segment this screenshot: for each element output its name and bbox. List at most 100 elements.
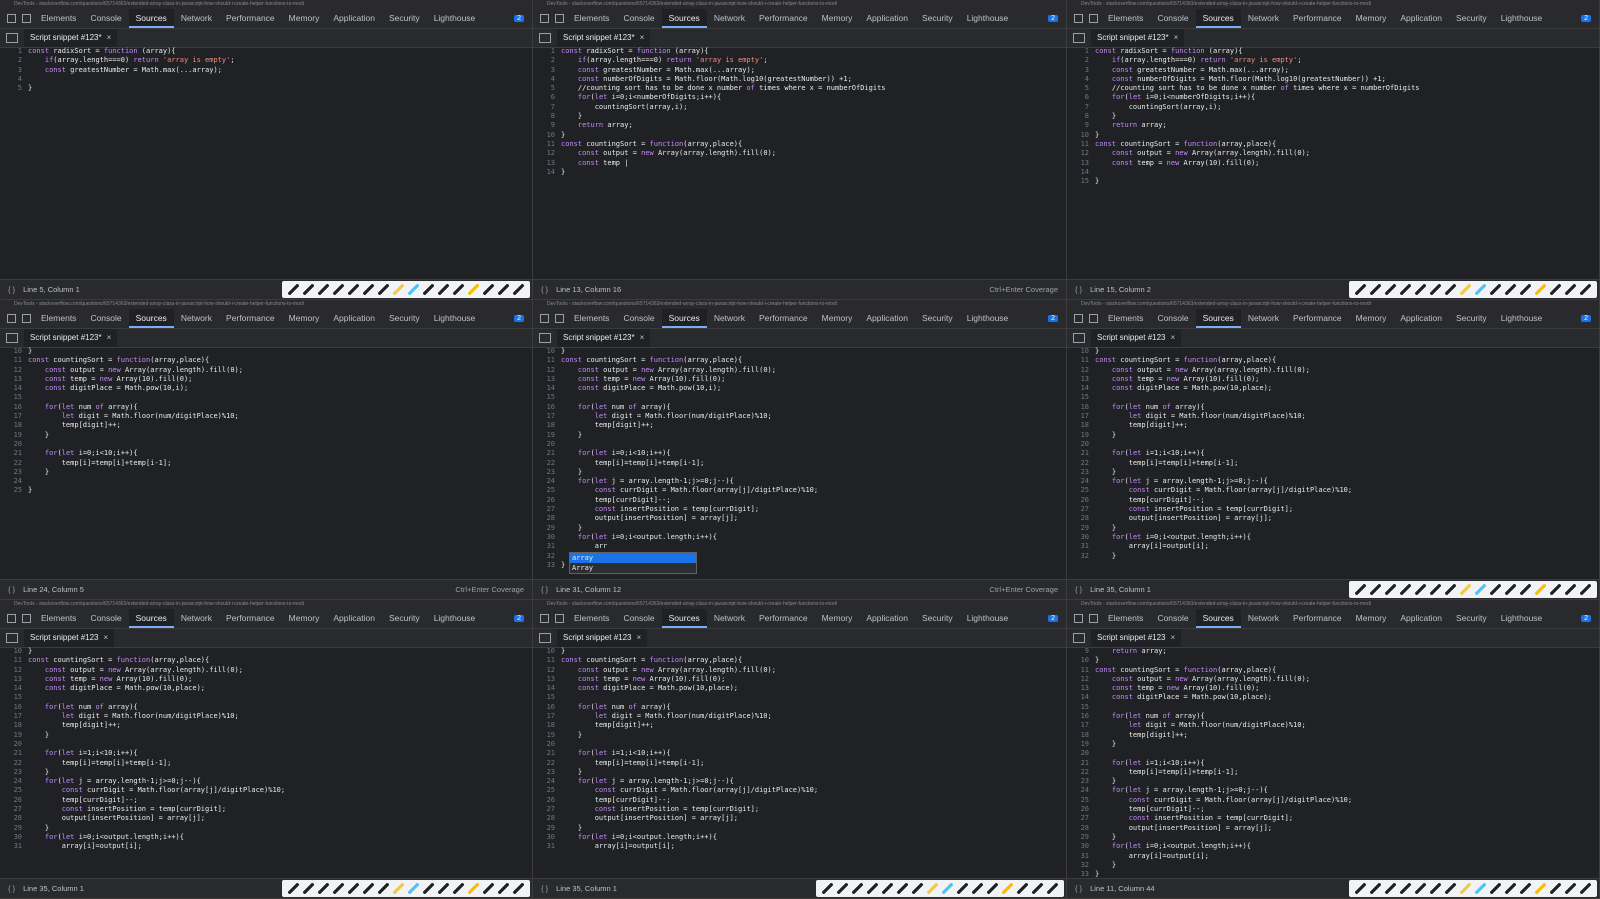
file-tab[interactable]: Script snippet #123* × — [557, 329, 651, 347]
pen-tool-icon[interactable] — [423, 284, 434, 295]
pen-tool-icon[interactable] — [1445, 584, 1456, 595]
pen-tool-icon[interactable] — [1430, 584, 1441, 595]
pen-tool-icon[interactable] — [1505, 284, 1516, 295]
device-toggle-icon[interactable] — [22, 614, 31, 623]
issues-badge[interactable]: 2 — [1048, 15, 1058, 22]
pen-tool-icon[interactable] — [1370, 883, 1381, 894]
tab-application[interactable]: Application — [1393, 309, 1449, 328]
navigator-toggle-icon[interactable] — [1073, 33, 1085, 43]
device-toggle-icon[interactable] — [22, 314, 31, 323]
issues-badge[interactable]: 2 — [1581, 315, 1591, 322]
pen-tool-icon[interactable] — [1047, 883, 1058, 894]
tab-console[interactable]: Console — [1150, 9, 1195, 28]
tab-security[interactable]: Security — [382, 609, 427, 628]
pen-tool-icon[interactable] — [1415, 584, 1426, 595]
pen-tool-icon[interactable] — [303, 883, 314, 894]
pen-tool-icon[interactable] — [1460, 584, 1471, 595]
navigator-toggle-icon[interactable] — [1073, 333, 1085, 343]
navigator-toggle-icon[interactable] — [6, 33, 18, 43]
pretty-print-icon[interactable]: { } — [541, 879, 548, 898]
file-tab[interactable]: Script snippet #123 × — [1091, 629, 1182, 647]
tab-performance[interactable]: Performance — [1286, 9, 1349, 28]
navigator-toggle-icon[interactable] — [1073, 633, 1085, 643]
tab-elements[interactable]: Elements — [34, 609, 83, 628]
tab-lighthouse[interactable]: Lighthouse — [427, 9, 483, 28]
inspect-icon[interactable] — [7, 314, 16, 323]
inspect-icon[interactable] — [7, 14, 16, 23]
pen-tool-icon[interactable] — [378, 883, 389, 894]
pen-tool-icon[interactable] — [1580, 284, 1591, 295]
pen-tool-icon[interactable] — [1475, 584, 1486, 595]
pen-tool-icon[interactable] — [1370, 284, 1381, 295]
pen-tool-icon[interactable] — [1505, 883, 1516, 894]
pen-tool-icon[interactable] — [423, 883, 434, 894]
tab-memory[interactable]: Memory — [1349, 9, 1394, 28]
tab-elements[interactable]: Elements — [1101, 309, 1150, 328]
tab-security[interactable]: Security — [382, 9, 427, 28]
tab-performance[interactable]: Performance — [219, 309, 282, 328]
pen-tool-icon[interactable] — [1490, 584, 1501, 595]
tab-sources[interactable]: Sources — [661, 9, 707, 28]
tab-memory[interactable]: Memory — [815, 9, 860, 28]
pen-tool-icon[interactable] — [1355, 883, 1366, 894]
tab-sources[interactable]: Sources — [661, 309, 707, 328]
tab-network[interactable]: Network — [174, 9, 219, 28]
close-icon[interactable]: × — [107, 33, 112, 42]
pen-tool-icon[interactable] — [1415, 883, 1426, 894]
pen-tool-icon[interactable] — [468, 883, 479, 894]
code-editor[interactable]: 10} 11 const countingSort = function(array… — [0, 347, 532, 579]
tab-console[interactable]: Console — [83, 9, 128, 28]
pen-tool-icon[interactable] — [1550, 584, 1561, 595]
file-tab[interactable]: Script snippet #123* × — [1091, 29, 1185, 47]
issues-badge[interactable]: 2 — [1048, 615, 1058, 622]
tab-network[interactable]: Network — [1241, 609, 1286, 628]
tab-console[interactable]: Console — [83, 609, 128, 628]
device-toggle-icon[interactable] — [22, 14, 31, 23]
pen-tool-icon[interactable] — [438, 883, 449, 894]
close-icon[interactable]: × — [1171, 633, 1176, 642]
pen-tool-icon[interactable] — [1535, 284, 1546, 295]
file-tab[interactable]: Script snippet #123 × — [1091, 329, 1182, 347]
pen-tool-icon[interactable] — [1430, 883, 1441, 894]
pen-tool-icon[interactable] — [972, 883, 983, 894]
tab-security[interactable]: Security — [1449, 609, 1494, 628]
pen-tool-icon[interactable] — [1400, 883, 1411, 894]
tab-performance[interactable]: Performance — [752, 9, 815, 28]
tab-memory[interactable]: Memory — [815, 309, 860, 328]
tab-application[interactable]: Application — [1393, 609, 1449, 628]
pen-tool-icon[interactable] — [498, 284, 509, 295]
pen-tool-icon[interactable] — [453, 284, 464, 295]
tab-performance[interactable]: Performance — [1286, 609, 1349, 628]
pen-tool-icon[interactable] — [1565, 584, 1576, 595]
pen-tool-icon[interactable] — [1415, 284, 1426, 295]
pretty-print-icon[interactable]: { } — [8, 580, 15, 599]
tab-lighthouse[interactable]: Lighthouse — [427, 609, 483, 628]
navigator-toggle-icon[interactable] — [539, 633, 551, 643]
pen-tool-icon[interactable] — [393, 883, 404, 894]
tab-network[interactable]: Network — [174, 309, 219, 328]
code-editor[interactable]: 10} 11 const countingSort = function(array… — [1067, 347, 1599, 579]
tab-lighthouse[interactable]: Lighthouse — [960, 609, 1016, 628]
issues-badge[interactable]: 2 — [514, 615, 524, 622]
pen-tool-icon[interactable] — [348, 883, 359, 894]
issues-badge[interactable]: 2 — [1581, 15, 1591, 22]
inspect-icon[interactable] — [540, 614, 549, 623]
pen-tool-icon[interactable] — [1445, 883, 1456, 894]
tab-elements[interactable]: Elements — [1101, 609, 1150, 628]
tab-elements[interactable]: Elements — [1101, 9, 1150, 28]
pen-tool-icon[interactable] — [1475, 883, 1486, 894]
tab-sources[interactable]: Sources — [661, 609, 707, 628]
pretty-print-icon[interactable]: { } — [1075, 879, 1082, 898]
tab-network[interactable]: Network — [707, 609, 752, 628]
pen-tool-icon[interactable] — [1355, 584, 1366, 595]
tab-security[interactable]: Security — [382, 309, 427, 328]
pen-tool-icon[interactable] — [1385, 883, 1396, 894]
pen-tool-icon[interactable] — [483, 284, 494, 295]
tab-performance[interactable]: Performance — [219, 9, 282, 28]
code-editor[interactable]: 9 return array; 10} 11 const countingSort =… — [1067, 647, 1599, 878]
tab-memory[interactable]: Memory — [282, 9, 327, 28]
tab-memory[interactable]: Memory — [815, 609, 860, 628]
pen-tool-icon[interactable] — [1550, 284, 1561, 295]
tab-elements[interactable]: Elements — [567, 309, 616, 328]
pen-tool-icon[interactable] — [363, 284, 374, 295]
